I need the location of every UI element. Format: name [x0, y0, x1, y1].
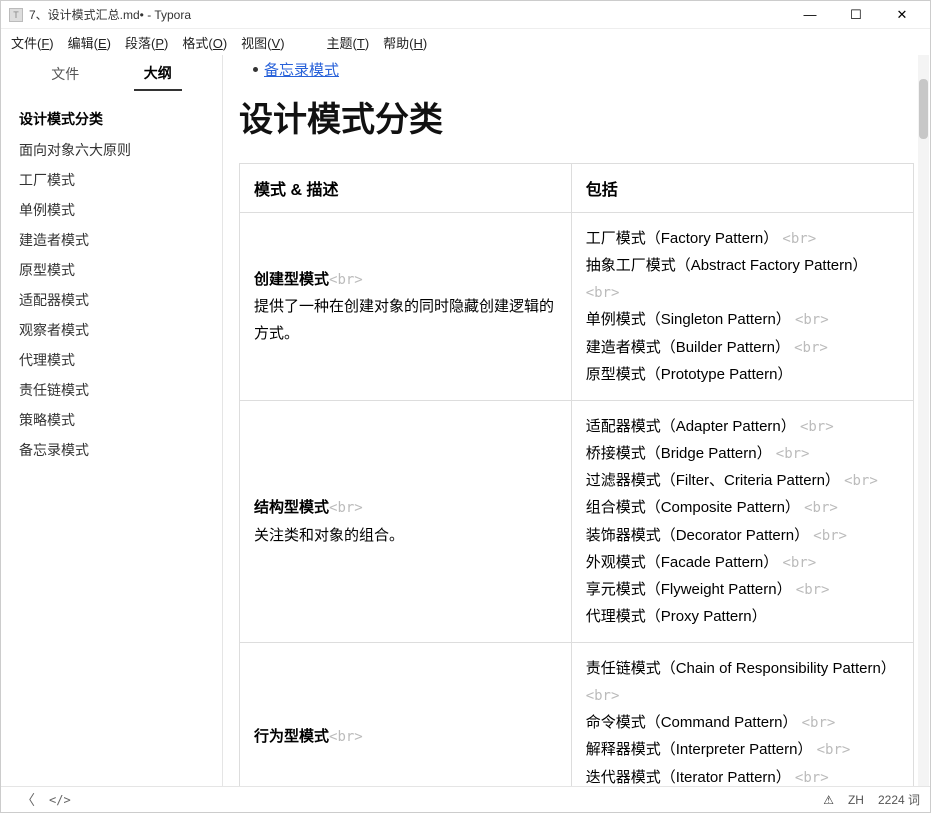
th-pattern-desc: 模式 & 描述 [240, 164, 572, 213]
menu-f[interactable]: 文件(F) [11, 33, 54, 52]
window-controls: — ☐ ✕ [796, 5, 922, 25]
patterns-table: 模式 & 描述 包括 创建型模式<br>提供了一种在创建对象的同时隐藏创建逻辑的… [239, 163, 914, 786]
table-row: 创建型模式<br>提供了一种在创建对象的同时隐藏创建逻辑的方式。工厂模式（Fac… [240, 213, 914, 401]
bullet-icon [253, 67, 258, 72]
menu-e[interactable]: 编辑(E) [68, 33, 111, 52]
tab-files[interactable]: 文件 [41, 58, 89, 90]
menubar: 文件(F) 编辑(E) 段落(P) 格式(O) 视图(V) 主题(T) 帮助(H) [1, 29, 930, 55]
outline-item[interactable]: 代理模式 [1, 345, 222, 375]
outline-item[interactable]: 观察者模式 [1, 315, 222, 345]
warning-icon[interactable]: ⚠ [823, 793, 834, 807]
sidebar-tabs: 文件 大纲 [1, 55, 222, 93]
menu-p[interactable]: 段落(P) [125, 33, 168, 52]
outline-item[interactable]: 策略模式 [1, 405, 222, 435]
outline-item[interactable]: 适配器模式 [1, 285, 222, 315]
page-title: 设计模式分类 [239, 92, 914, 141]
outline-panel: 设计模式分类 面向对象六大原则工厂模式单例模式建造者模式原型模式适配器模式观察者… [1, 93, 222, 786]
window-title: 7、设计模式汇总.md• - Typora [29, 6, 796, 23]
outline-item[interactable]: 责任链模式 [1, 375, 222, 405]
app-body: 文件 大纲 设计模式分类 面向对象六大原则工厂模式单例模式建造者模式原型模式适配… [1, 55, 930, 786]
menu-h[interactable]: 帮助(H) [383, 33, 427, 52]
back-icon[interactable]: 〈 [21, 790, 35, 810]
menu-t[interactable]: 主题(T) [327, 33, 370, 52]
close-button[interactable]: ✕ [888, 5, 916, 25]
table-row: 结构型模式<br>关注类和对象的组合。适配器模式（Adapter Pattern… [240, 400, 914, 642]
editor-area[interactable]: 备忘录模式 设计模式分类 模式 & 描述 包括 创建型模式<br>提供了一种在创… [223, 55, 930, 786]
source-mode-icon[interactable]: </> [49, 793, 71, 807]
outline-item[interactable]: 建造者模式 [1, 225, 222, 255]
sidebar: 文件 大纲 设计模式分类 面向对象六大原则工厂模式单例模式建造者模式原型模式适配… [1, 55, 223, 786]
tab-outline[interactable]: 大纲 [134, 57, 182, 91]
status-left: 〈 </> [11, 790, 71, 810]
outline-item[interactable]: 原型模式 [1, 255, 222, 285]
app-icon: T [9, 8, 23, 22]
cell-desc: 结构型模式<br>关注类和对象的组合。 [240, 400, 572, 642]
app-window: T 7、设计模式汇总.md• - Typora — ☐ ✕ 文件(F) 编辑(E)… [0, 0, 931, 813]
outline-item[interactable]: 备忘录模式 [1, 435, 222, 465]
outline-item[interactable]: 面向对象六大原则 [1, 135, 222, 165]
menu-o[interactable]: 格式(O) [182, 33, 227, 52]
outline-item[interactable]: 工厂模式 [1, 165, 222, 195]
titlebar: T 7、设计模式汇总.md• - Typora — ☐ ✕ [1, 1, 930, 29]
minimize-button[interactable]: — [796, 5, 824, 25]
th-includes: 包括 [571, 164, 913, 213]
statusbar: 〈 </> ⚠ ZH 2224 词 [1, 786, 930, 812]
toc-item: 备忘录模式 [253, 59, 914, 80]
outline-heading[interactable]: 设计模式分类 [1, 103, 222, 135]
cell-includes: 适配器模式（Adapter Pattern） <br>桥接模式（Bridge P… [571, 400, 913, 642]
cell-includes: 责任链模式（Chain of Responsibility Pattern） <… [571, 643, 913, 786]
menu-v[interactable]: 视图(V) [241, 33, 284, 52]
toc-link-memo[interactable]: 备忘录模式 [264, 59, 339, 80]
maximize-button[interactable]: ☐ [842, 5, 870, 25]
table-row: 行为型模式<br>责任链模式（Chain of Responsibility P… [240, 643, 914, 786]
status-right: ⚠ ZH 2224 词 [823, 791, 920, 808]
status-wordcount[interactable]: 2224 词 [878, 791, 920, 808]
status-lang[interactable]: ZH [848, 793, 864, 807]
cell-includes: 工厂模式（Factory Pattern） <br>抽象工厂模式（Abstrac… [571, 213, 913, 401]
outline-item[interactable]: 单例模式 [1, 195, 222, 225]
cell-desc: 创建型模式<br>提供了一种在创建对象的同时隐藏创建逻辑的方式。 [240, 213, 572, 401]
cell-desc: 行为型模式<br> [240, 643, 572, 786]
